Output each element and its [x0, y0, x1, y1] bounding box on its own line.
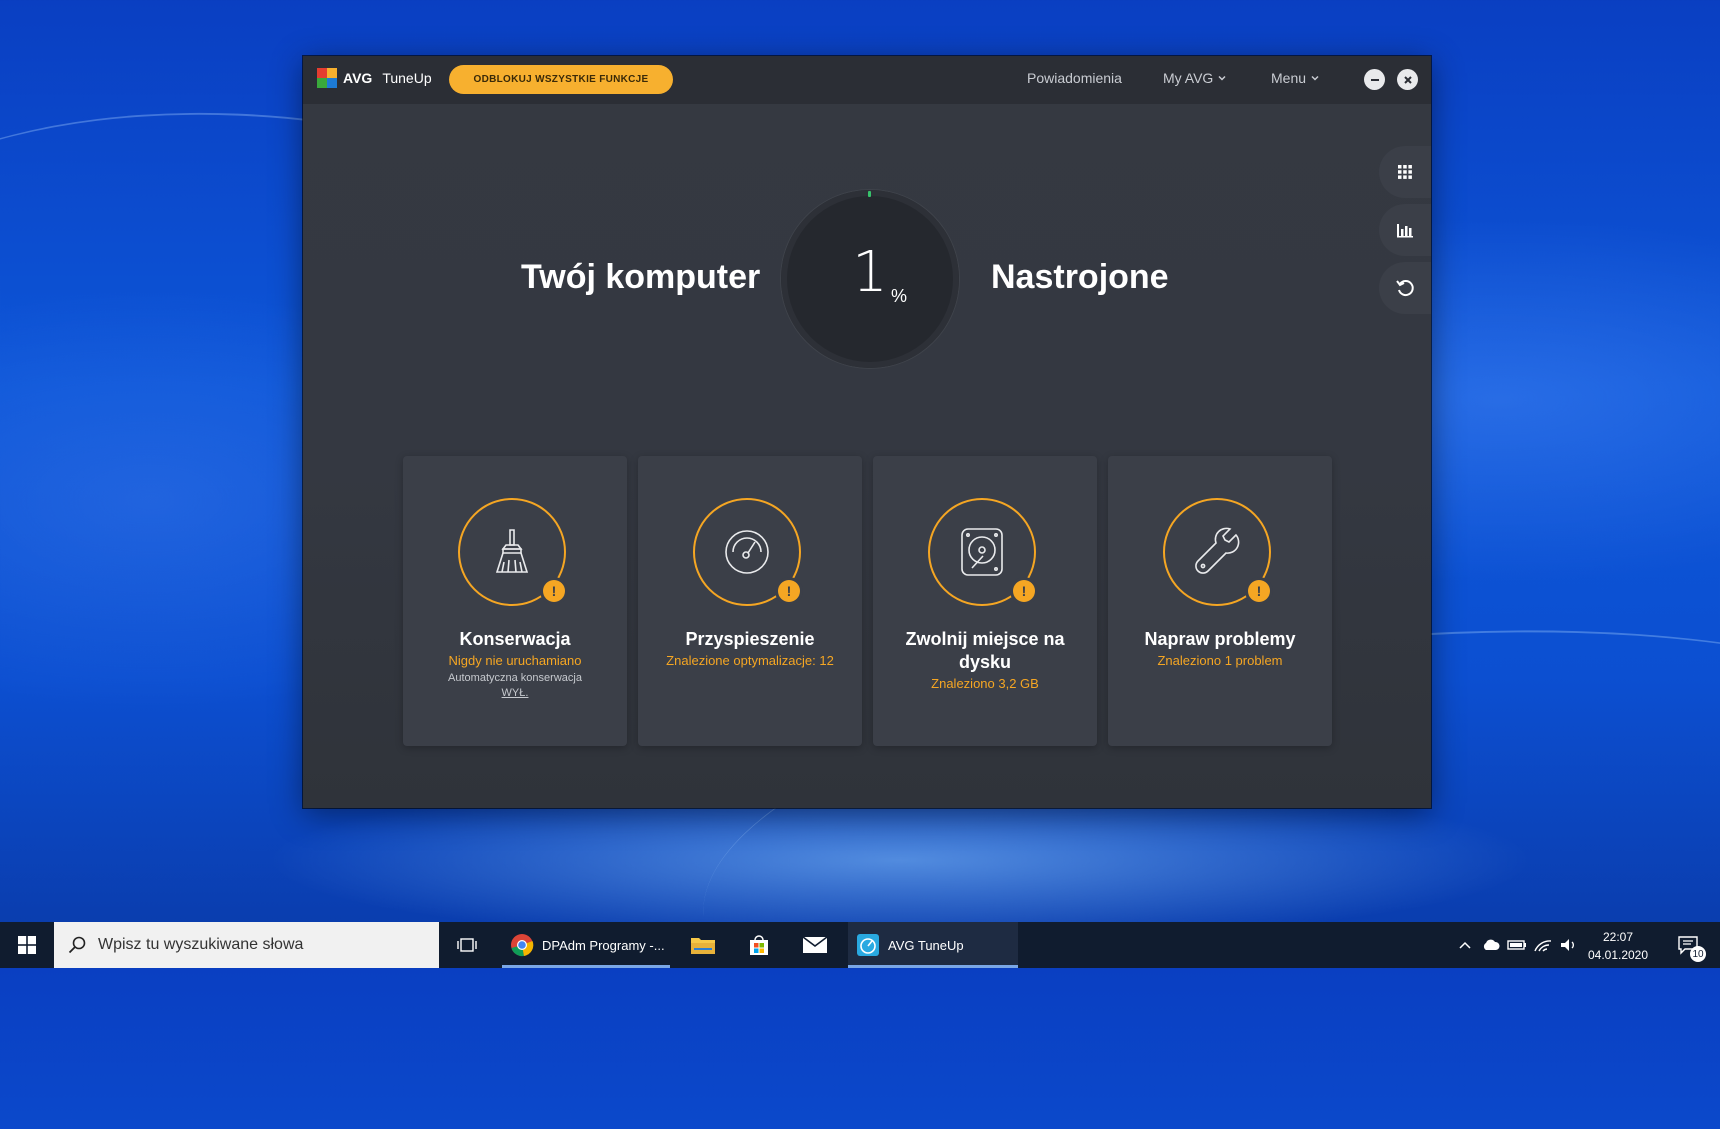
task-view-icon	[457, 938, 477, 952]
folder-icon	[691, 938, 715, 954]
search-placeholder: Wpisz tu wyszukiwane słowa	[98, 936, 304, 953]
search-icon	[68, 936, 86, 954]
start-button[interactable]	[0, 922, 54, 968]
taskbar-clock[interactable]: 22:07 04.01.2020	[1578, 928, 1658, 964]
chevron-down-icon	[1218, 75, 1226, 81]
clock-time: 22:07	[1602, 930, 1634, 944]
my-avg-label: My AVG	[1163, 70, 1214, 86]
wrench-icon	[1195, 527, 1240, 574]
system-tray	[1452, 922, 1582, 968]
chevron-up-icon	[1459, 941, 1471, 949]
cloud-icon	[1483, 939, 1500, 950]
minimize-icon	[1370, 78, 1379, 81]
taskbar-search-box[interactable]: Wpisz tu wyszukiwane słowa	[54, 922, 439, 968]
wifi-icon	[1534, 940, 1552, 952]
card-title: Konserwacja	[459, 629, 571, 649]
undo-changes-button[interactable]	[1379, 262, 1431, 314]
card-note: Automatyczna konserwacja	[448, 672, 582, 684]
show-hidden-icons-button[interactable]	[1452, 940, 1478, 950]
chrome-icon	[511, 934, 534, 957]
title-bar[interactable]: AVG TuneUp ODBLOKUJ WSZYSTKIE FUNKCJE Po…	[303, 56, 1431, 104]
avg-tuneup-window: AVG TuneUp ODBLOKUJ WSZYSTKIE FUNKCJE Po…	[303, 56, 1431, 808]
card-title: Zwolnij miejsce na dysku	[905, 629, 1065, 672]
avg-logo: AVG TuneUp	[317, 68, 432, 88]
close-icon	[1403, 75, 1412, 84]
clock-date: 04.01.2020	[1587, 948, 1649, 962]
card-maintenance[interactable]: ! Konserwacja Nigdy nie uruchamiano Auto…	[403, 456, 627, 746]
speedometer-icon	[725, 530, 769, 574]
network-tray-button[interactable]	[1530, 938, 1556, 952]
taskbar-file-explorer[interactable]	[688, 922, 718, 968]
battery-tray-button[interactable]	[1504, 939, 1530, 951]
mail-icon	[802, 936, 828, 953]
avg-logo-icon	[317, 68, 337, 88]
menu-label: Menu	[1271, 70, 1307, 86]
card-title: Napraw problemy	[1144, 629, 1296, 649]
tuneup-percent-gauge: 1 %	[781, 190, 959, 368]
card-speedup[interactable]: ! Przyspieszenie Znalezione optymalizacj…	[638, 456, 862, 746]
gauge-unit: %	[891, 286, 908, 306]
warning-badge-icon: !	[1013, 580, 1035, 602]
warning-badge-icon: !	[1248, 580, 1270, 602]
broom-icon	[495, 529, 529, 573]
battery-icon	[1507, 940, 1526, 950]
taskbar-avg-tuneup-window[interactable]: AVG TuneUp	[848, 922, 1018, 968]
taskbar-mail[interactable]	[800, 922, 830, 968]
undo-icon	[1396, 280, 1414, 297]
bar-chart-icon	[1397, 224, 1413, 238]
card-subtitle: Znaleziono 3,2 GB	[931, 676, 1039, 691]
windows-taskbar: Wpisz tu wyszukiwane słowa DPAdm Program…	[0, 922, 1720, 968]
taskbar-chrome-window[interactable]: DPAdm Programy -...	[502, 922, 670, 968]
onedrive-tray-button[interactable]	[1478, 939, 1504, 951]
grid-icon	[1398, 165, 1412, 179]
close-button[interactable]	[1397, 69, 1418, 90]
speaker-icon	[1561, 939, 1574, 951]
minimize-button[interactable]	[1364, 69, 1385, 90]
warning-badge-icon: !	[543, 580, 565, 602]
hero-left-text: Twój komputer	[521, 258, 761, 296]
statistics-button[interactable]	[1379, 204, 1431, 256]
action-center-button[interactable]: 10	[1668, 922, 1708, 968]
hard-disk-icon	[961, 528, 1003, 576]
hero-right-text: Nastrojone	[991, 258, 1169, 296]
warning-badge-icon: !	[778, 580, 800, 602]
gauge-value: 1	[852, 240, 888, 305]
chrome-window-label: DPAdm Programy -...	[542, 937, 665, 953]
unlock-all-features-button[interactable]: ODBLOKUJ WSZYSTKIE FUNKCJE	[449, 65, 673, 94]
logo-product: TuneUp	[382, 70, 432, 86]
windows-logo-icon	[18, 936, 36, 954]
my-avg-menu[interactable]: My AVG	[1163, 70, 1227, 86]
store-bag-icon	[750, 935, 768, 955]
chevron-down-icon	[1311, 75, 1319, 81]
card-fix-problems[interactable]: ! Napraw problemy Znaleziono 1 problem	[1108, 456, 1332, 746]
notifications-label: Powiadomienia	[1027, 70, 1122, 86]
card-subtitle: Nigdy nie uruchamiano	[448, 653, 582, 668]
main-menu[interactable]: Menu	[1271, 70, 1320, 86]
logo-brand: AVG	[343, 70, 373, 86]
auto-maintenance-toggle-link[interactable]: WYŁ.	[403, 687, 627, 699]
card-subtitle: Znalezione optymalizacje: 12	[666, 653, 834, 668]
apps-grid-button[interactable]	[1379, 146, 1431, 198]
notification-count-badge: 10	[1690, 946, 1706, 962]
gauge-progress-tick	[868, 191, 871, 197]
avg-tuneup-app-icon	[857, 934, 879, 956]
task-view-button[interactable]	[452, 922, 482, 968]
card-title: Przyspieszenie	[685, 629, 815, 649]
taskbar-store[interactable]	[744, 922, 774, 968]
notifications-link[interactable]: Powiadomienia	[1027, 70, 1122, 86]
card-subtitle: Znaleziono 1 problem	[1157, 653, 1283, 668]
avg-tuneup-window-label: AVG TuneUp	[888, 937, 964, 953]
card-free-disk-space[interactable]: ! Zwolnij miejsce na dysku Znaleziono 3,…	[873, 456, 1097, 746]
